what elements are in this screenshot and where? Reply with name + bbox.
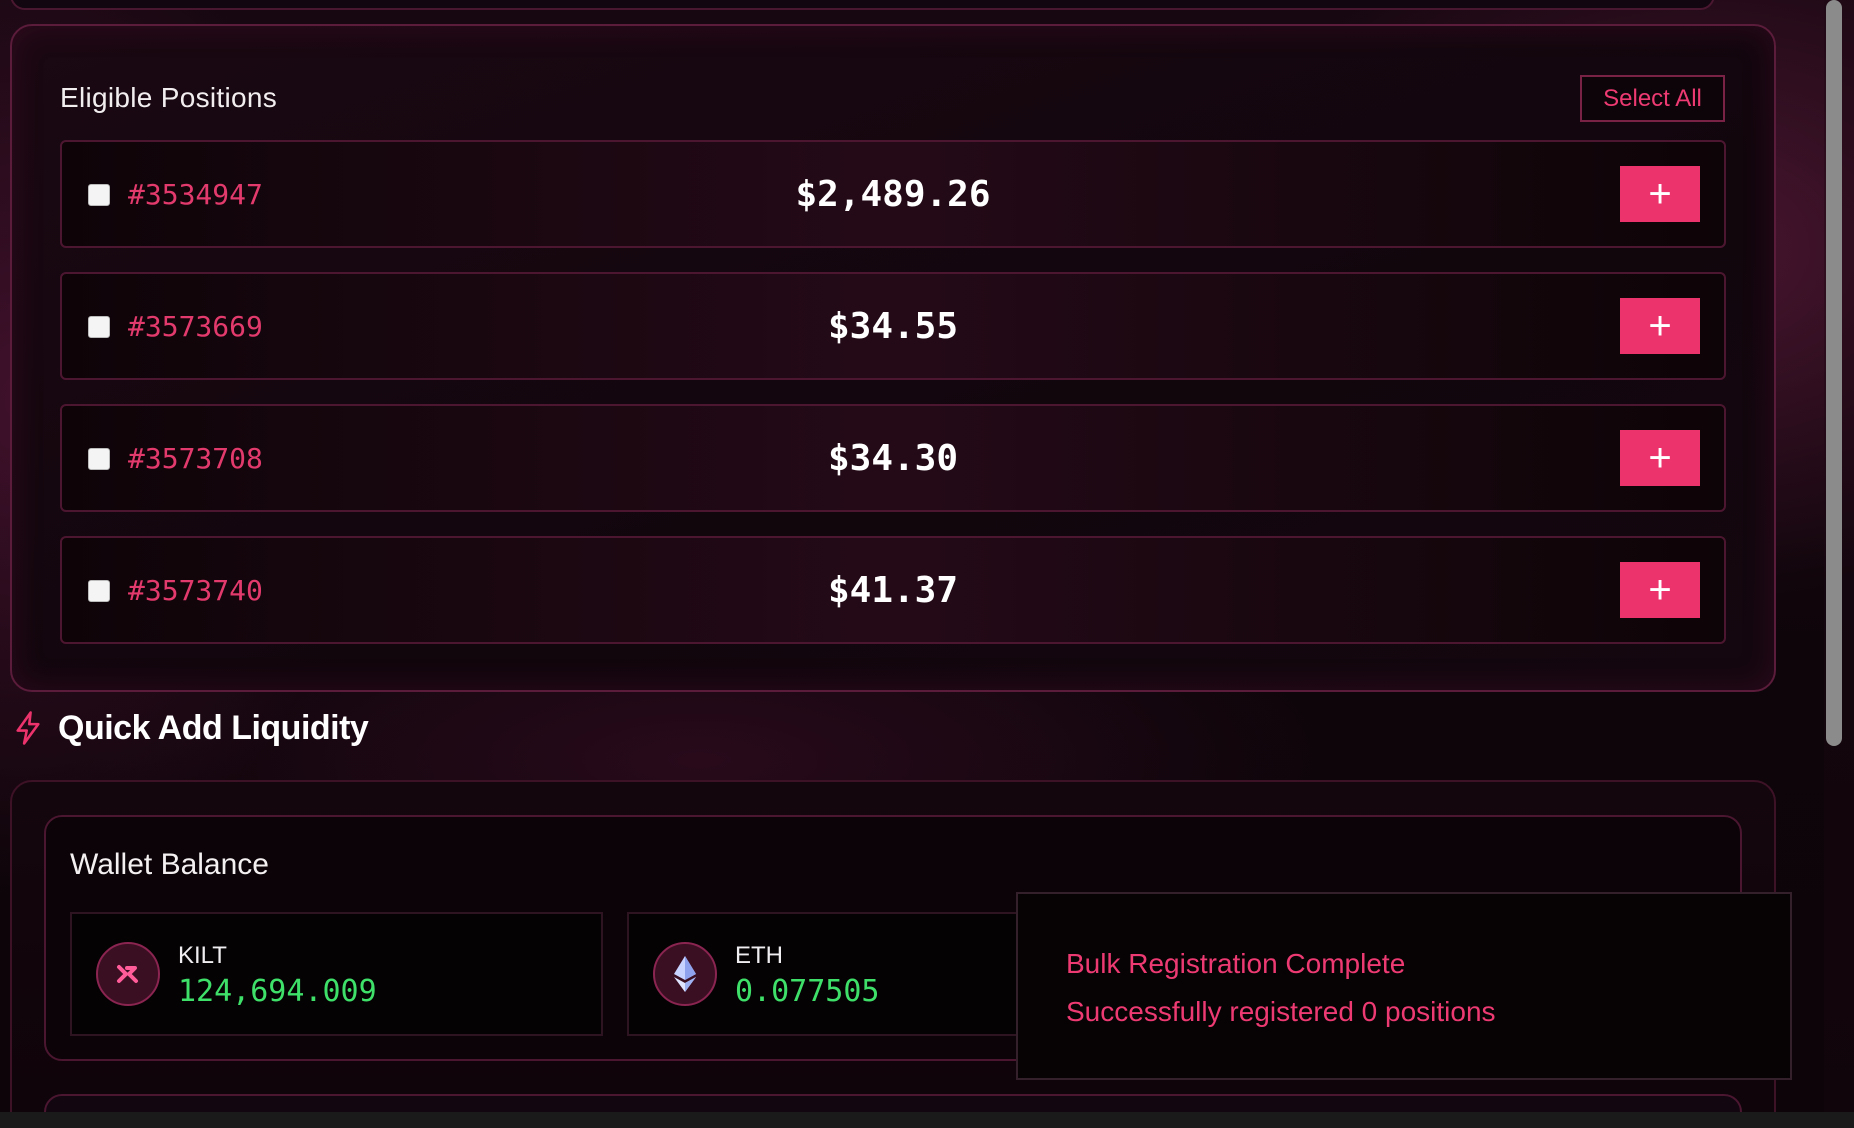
window-bottom-bar (0, 1112, 1854, 1128)
position-row: #3573708 $34.30 + (60, 404, 1726, 512)
toast-message: Successfully registered 0 positions (1066, 996, 1496, 1027)
eligible-positions-title: Eligible Positions (60, 82, 278, 113)
positions-list: #3534947 $2,489.26 + #3573669 $34.55 + #… (60, 140, 1726, 668)
scrollbar-thumb[interactable] (1826, 0, 1842, 746)
add-position-button[interactable]: + (1620, 298, 1700, 354)
quick-add-header: Quick Add Liquidity (12, 708, 369, 748)
toast-title: Bulk Registration Complete (1066, 948, 1406, 979)
token-symbol: KILT (178, 942, 227, 969)
kilt-token-icon (96, 942, 160, 1006)
token-amount: 0.077505 (735, 974, 880, 1009)
position-value: $41.37 (827, 570, 959, 611)
position-row: #3534947 $2,489.26 + (60, 140, 1726, 248)
position-value: $2,489.26 (795, 174, 991, 215)
previous-card (10, 0, 1715, 10)
eth-balance: ETH 0.077505 (627, 912, 1067, 1036)
quick-add-title: Quick Add Liquidity (58, 708, 369, 747)
token-amount: 124,694.009 (178, 974, 377, 1009)
select-all-button[interactable]: Select All (1580, 75, 1725, 122)
position-row: #3573669 $34.55 + (60, 272, 1726, 380)
wallet-balance-title: Wallet Balance (70, 848, 269, 881)
add-position-button[interactable]: + (1620, 562, 1700, 618)
eth-token-icon (653, 942, 717, 1006)
add-position-button[interactable]: + (1620, 166, 1700, 222)
toast-notification[interactable]: Bulk Registration Complete Successfully … (1016, 892, 1792, 1080)
page: Eligible Positions Select All #3534947 $… (0, 0, 1854, 1128)
kilt-balance: KILT 124,694.009 (70, 912, 603, 1036)
add-position-button[interactable]: + (1620, 430, 1700, 486)
token-symbol: ETH (735, 942, 783, 969)
position-value: $34.30 (827, 438, 959, 479)
lightning-bolt-icon (16, 711, 40, 745)
position-row: #3573740 $41.37 + (60, 536, 1726, 644)
position-value: $34.55 (827, 306, 959, 347)
